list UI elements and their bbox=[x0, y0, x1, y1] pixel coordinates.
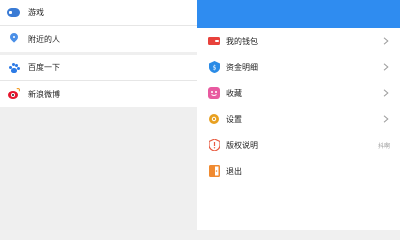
left-item-games[interactable]: 游戏 bbox=[0, 0, 197, 26]
menu-item-logout[interactable]: 退出 bbox=[197, 158, 400, 184]
menu-item-label: 我的钱包 bbox=[226, 36, 258, 46]
favorite-icon bbox=[208, 87, 220, 99]
left-item-baidu[interactable]: 百度一下 bbox=[0, 55, 197, 81]
menu-item-copyright[interactable]: 版权说明 抖啊 bbox=[197, 132, 400, 158]
left-item-label: 附近的人 bbox=[28, 34, 60, 44]
left-item-label: 游戏 bbox=[28, 8, 44, 17]
profile-header-banner bbox=[197, 0, 400, 28]
settings-gear-icon bbox=[208, 113, 220, 125]
weibo-icon bbox=[7, 88, 20, 101]
chevron-right-icon bbox=[382, 115, 390, 123]
chevron-right-icon bbox=[382, 37, 390, 45]
menu-item-label: 收藏 bbox=[226, 88, 242, 98]
menu-item-settings[interactable]: 设置 bbox=[197, 106, 400, 132]
left-menu-group-1: 游戏 附近的人 bbox=[0, 0, 197, 52]
logout-icon bbox=[208, 165, 220, 177]
svg-text:$: $ bbox=[212, 65, 216, 72]
wallet-icon bbox=[208, 35, 220, 47]
left-item-label: 新浪微博 bbox=[28, 89, 60, 99]
menu-item-label: 版权说明 bbox=[226, 140, 258, 150]
menu-item-label: 设置 bbox=[226, 114, 242, 124]
chevron-right-icon bbox=[382, 89, 390, 97]
menu-item-label: 资金明细 bbox=[226, 62, 258, 72]
left-item-weibo[interactable]: 新浪微博 bbox=[0, 81, 197, 107]
baidu-paw-icon bbox=[7, 61, 20, 74]
copyright-extra-text: 抖啊 bbox=[377, 142, 390, 150]
funds-detail-icon: $ bbox=[208, 61, 220, 73]
left-menu-group-2: 百度一下 新浪微博 bbox=[0, 55, 197, 107]
menu-item-favorites[interactable]: 收藏 bbox=[197, 80, 400, 106]
left-menu-pane: 游戏 附近的人 百度一下 新浪微博 bbox=[0, 0, 197, 230]
copyright-shield-icon bbox=[208, 139, 220, 151]
menu-item-my-wallet[interactable]: 我的钱包 bbox=[197, 28, 400, 54]
left-item-nearby-people[interactable]: 附近的人 bbox=[0, 26, 197, 52]
right-menu-pane: 我的钱包 $ 资金明细 收藏 设置 版权说明 抖啊 退出 bbox=[197, 0, 400, 230]
chevron-right-icon bbox=[382, 63, 390, 71]
location-pin-icon bbox=[7, 33, 20, 46]
menu-item-funds-detail[interactable]: $ 资金明细 bbox=[197, 54, 400, 80]
menu-item-label: 退出 bbox=[226, 166, 242, 176]
account-menu: 我的钱包 $ 资金明细 收藏 设置 版权说明 抖啊 退出 bbox=[197, 28, 400, 184]
left-item-label: 百度一下 bbox=[28, 63, 60, 72]
gamepad-icon bbox=[7, 6, 20, 19]
